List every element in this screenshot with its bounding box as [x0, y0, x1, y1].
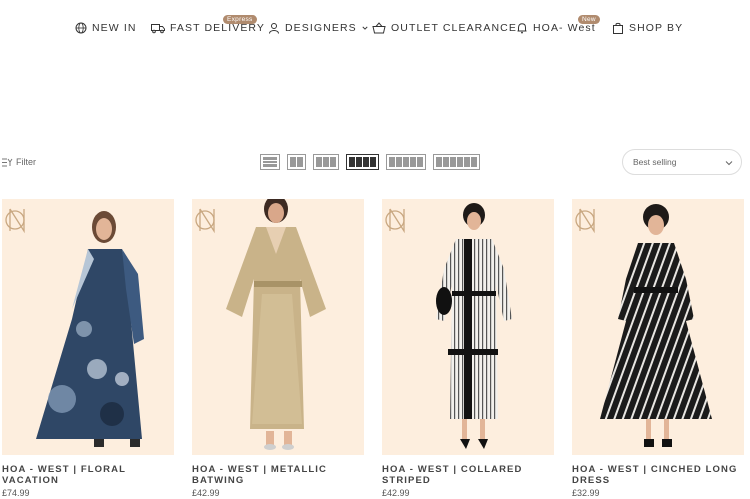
brand-logo — [5, 208, 25, 234]
dress-image — [226, 199, 326, 450]
main-navigation: NEW IN FAST DELIVERY Express DESIGNERS O… — [0, 14, 750, 44]
nav-item-new-in[interactable]: NEW IN — [75, 22, 137, 34]
product-title[interactable]: HOA - WEST | CINCHED LONG DRESS — [572, 464, 744, 486]
product-card[interactable]: HOA - WEST | FLORAL VACATION £74.99 — [2, 199, 174, 498]
filter-button[interactable]: Filter — [2, 157, 36, 167]
sort-value: Best selling — [633, 157, 677, 167]
product-title[interactable]: HOA - WEST | METALLIC BATWING — [192, 464, 364, 486]
product-title[interactable]: HOA - WEST | FLORAL VACATION — [2, 464, 174, 486]
view-list-button[interactable] — [260, 154, 280, 170]
view-2-column-button[interactable] — [287, 154, 306, 170]
product-title[interactable]: HOA - WEST | COLLARED STRIPED — [382, 464, 554, 486]
filter-label: Filter — [16, 157, 36, 167]
nav-item-hoa-west[interactable]: HOA- West New — [516, 15, 600, 34]
nav-item-shop-by[interactable]: SHOP BY — [612, 22, 683, 34]
product-price: £42.99 — [382, 488, 410, 498]
product-image[interactable] — [382, 199, 554, 455]
nav-item-outlet-clearance[interactable]: OUTLET CLEARANCE — [372, 22, 517, 34]
product-image[interactable] — [2, 199, 174, 455]
brand-logo — [575, 208, 595, 234]
dress-image — [36, 211, 144, 447]
nav-item-fast-delivery[interactable]: FAST DELIVERY Express — [151, 15, 265, 34]
express-badge: Express — [223, 15, 257, 24]
brand-logo — [385, 208, 405, 234]
product-price: £42.99 — [192, 488, 220, 498]
basket-icon — [372, 22, 386, 34]
view-6-column-button[interactable] — [433, 154, 480, 170]
sort-select[interactable]: Best selling — [622, 149, 742, 175]
dress-image — [436, 203, 512, 449]
product-card[interactable]: HOA - WEST | COLLARED STRIPED £42.99 — [382, 199, 554, 498]
view-5-column-button[interactable] — [386, 154, 426, 170]
product-card[interactable]: HOA - WEST | METALLIC BATWING £42.99 — [192, 199, 364, 498]
product-price: £32.99 — [572, 488, 600, 498]
product-price: £74.99 — [2, 488, 30, 498]
product-image[interactable] — [572, 199, 744, 455]
product-card[interactable]: HOA - WEST | CINCHED LONG DRESS £32.99 — [572, 199, 744, 498]
nav-label: OUTLET CLEARANCE — [391, 22, 517, 34]
nav-label: SHOP BY — [629, 22, 684, 34]
view-3-column-button[interactable] — [313, 154, 339, 170]
product-image[interactable] — [192, 199, 364, 455]
truck-icon — [151, 24, 165, 34]
bag-icon — [613, 22, 623, 34]
view-switcher — [260, 154, 480, 170]
nav-item-designers[interactable]: DESIGNERS — [268, 22, 368, 34]
dress-image — [600, 204, 712, 447]
nav-label: DESIGNERS — [285, 22, 357, 34]
user-icon — [269, 23, 279, 34]
collection-toolbar: Filter Best selling — [0, 148, 750, 176]
brand-logo — [195, 208, 215, 234]
filter-icon — [2, 158, 13, 166]
chevron-down-icon — [725, 161, 733, 166]
globe-icon — [75, 22, 87, 34]
new-badge: New — [578, 15, 600, 24]
nav-label: NEW IN — [92, 22, 137, 34]
bell-icon — [517, 23, 527, 34]
chevron-down-icon — [362, 26, 368, 30]
view-4-column-button[interactable] — [346, 154, 379, 170]
